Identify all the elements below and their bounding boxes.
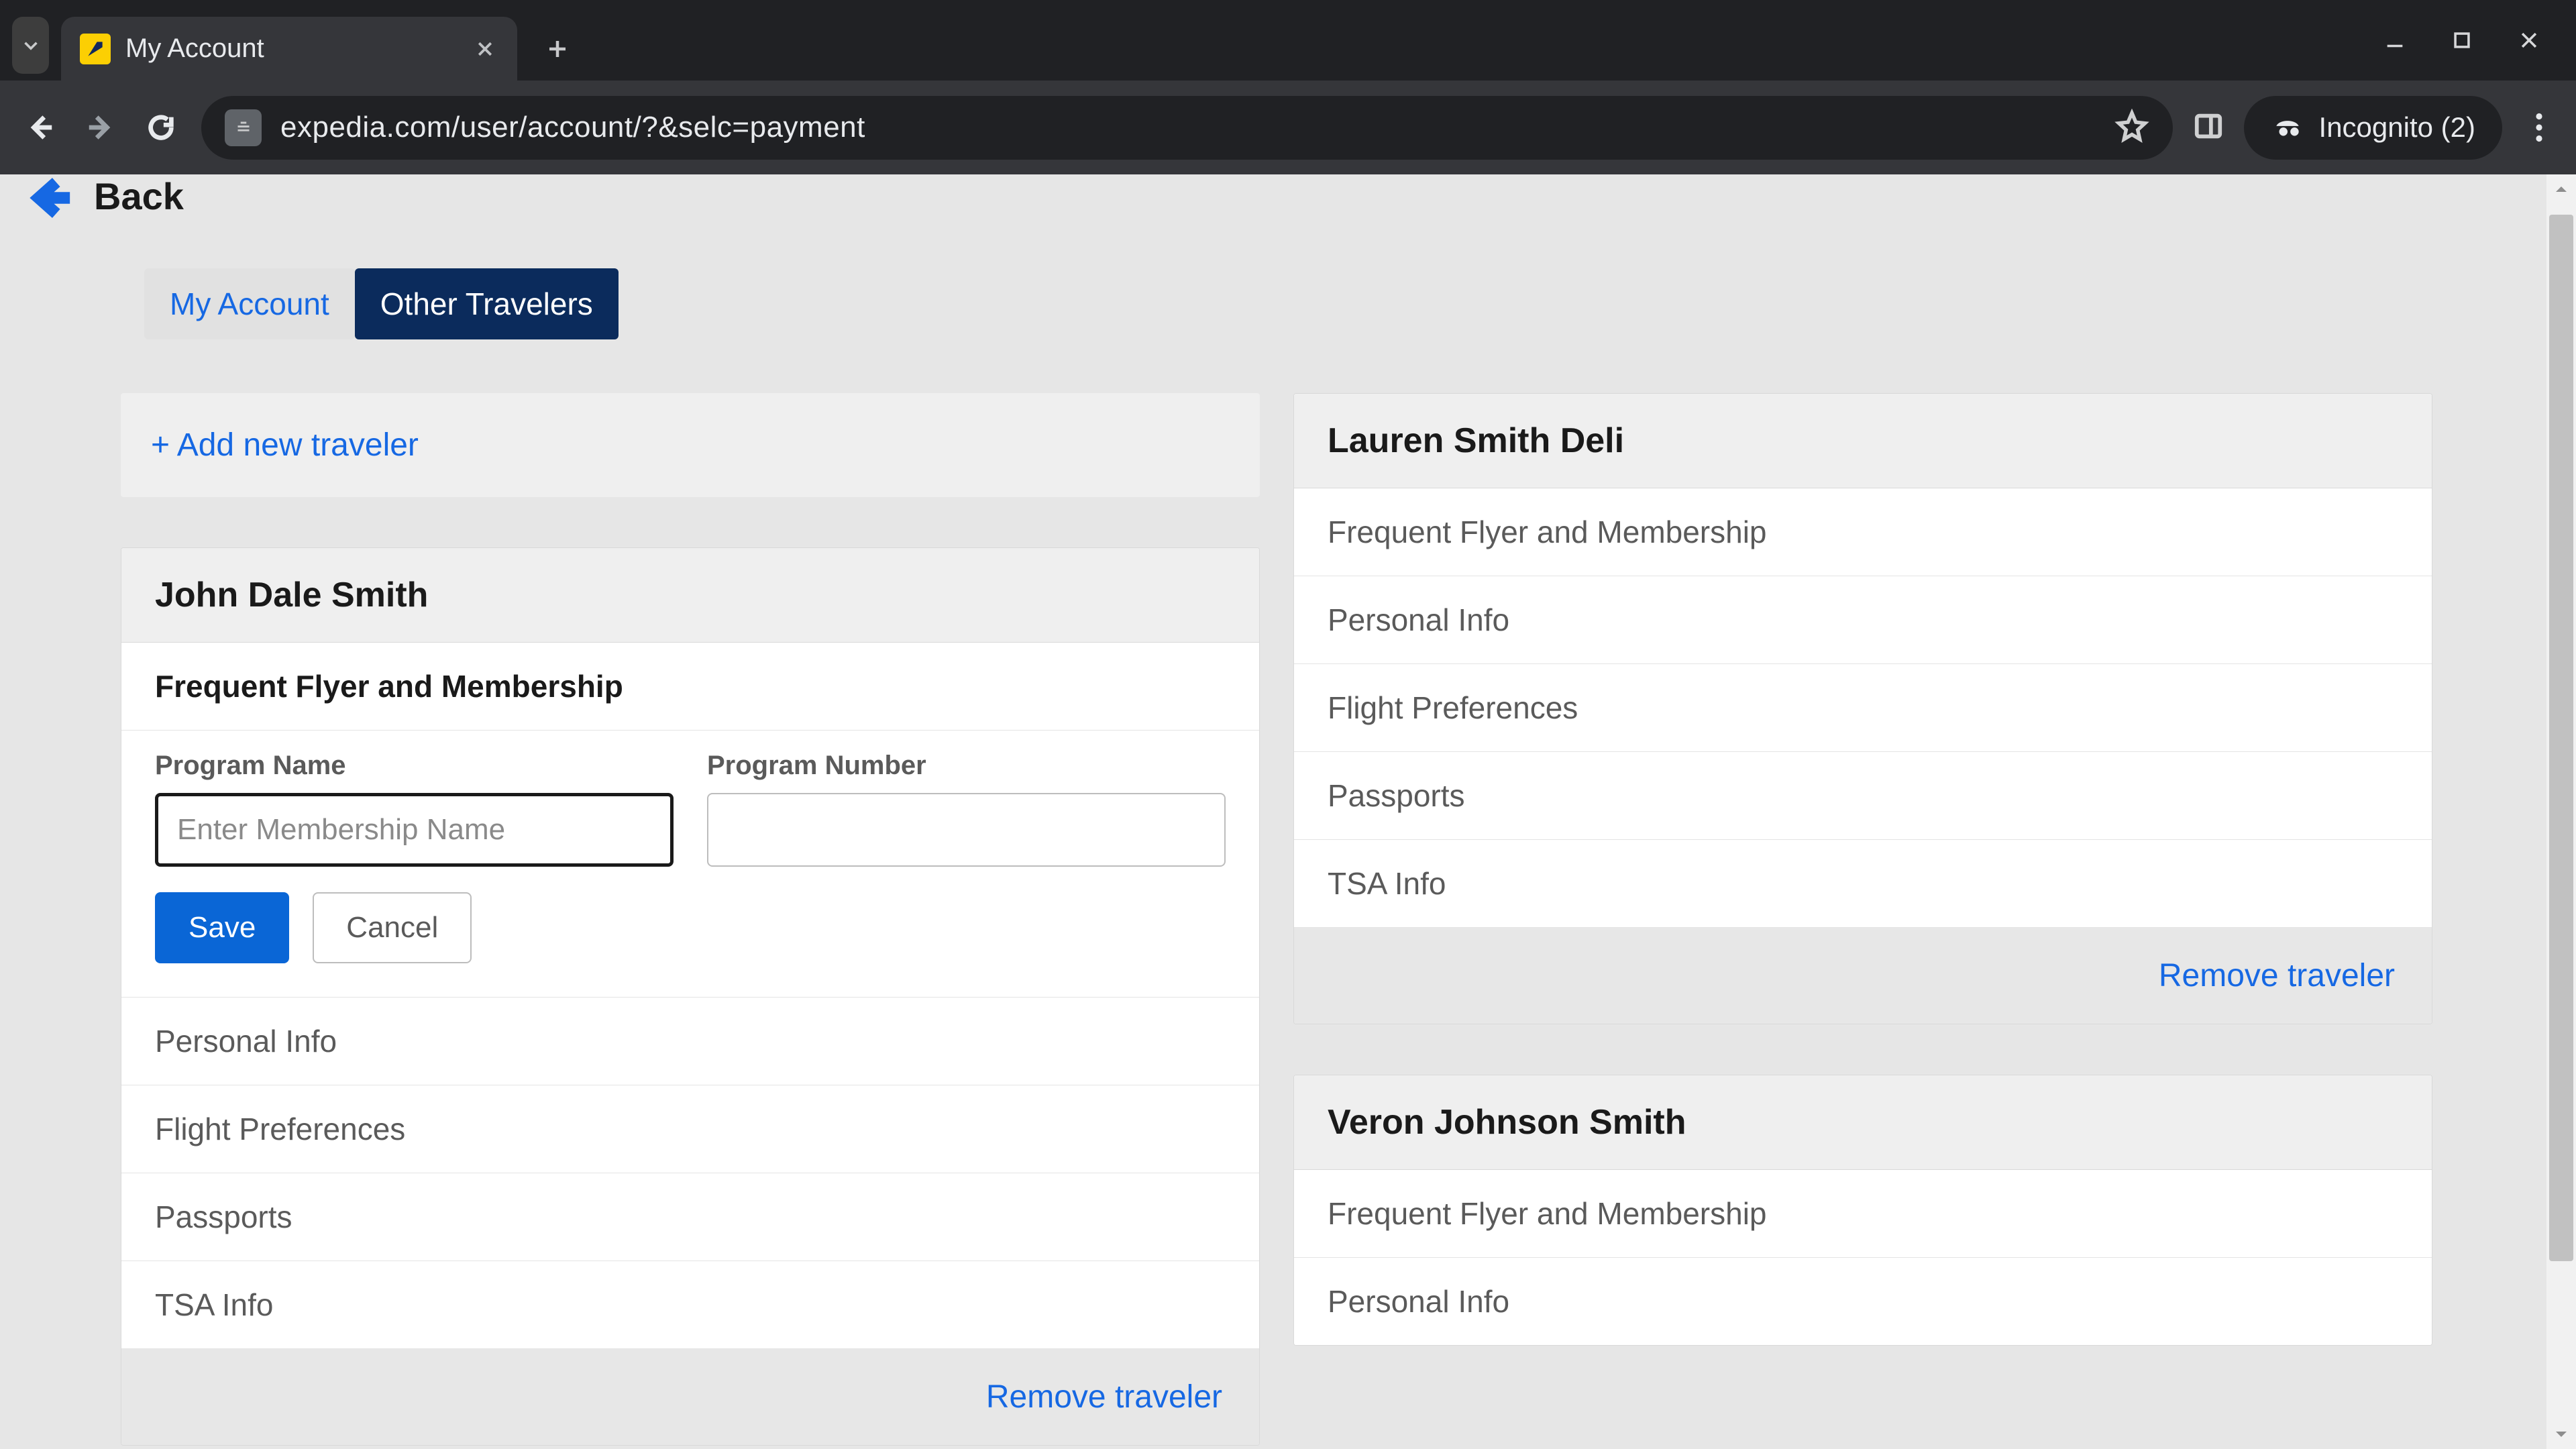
- cancel-button[interactable]: Cancel: [313, 892, 472, 963]
- section-personal[interactable]: Personal Info: [121, 998, 1259, 1085]
- section-flight-prefs[interactable]: Flight Preferences: [1294, 664, 2432, 752]
- nav-forward-button[interactable]: [80, 107, 121, 148]
- address-bar[interactable]: expedia.com/user/account/?&selc=payment: [201, 96, 2173, 160]
- right-column: Lauren Smith Deli Frequent Flyer and Mem…: [1293, 393, 2432, 1446]
- program-number-input[interactable]: [707, 793, 1226, 867]
- back-row: Back: [0, 174, 2546, 241]
- window-maximize-button[interactable]: [2449, 27, 2475, 54]
- ffm-form: Program Name Program Number Save: [121, 731, 1259, 998]
- save-button[interactable]: Save: [155, 892, 289, 963]
- traveler-name: Lauren Smith Deli: [1328, 421, 2398, 461]
- add-traveler-card: + Add new traveler: [121, 393, 1260, 497]
- tab-close-button[interactable]: [472, 36, 498, 62]
- section-tsa[interactable]: TSA Info: [1294, 840, 2432, 928]
- window-minimize-button[interactable]: [2381, 27, 2408, 54]
- back-arrow-icon[interactable]: [27, 174, 74, 225]
- browser-menu-button[interactable]: [2522, 111, 2556, 144]
- add-traveler-link[interactable]: + Add new traveler: [151, 427, 419, 463]
- traveler-name: John Dale Smith: [155, 575, 1226, 615]
- browser-tab-active[interactable]: My Account: [61, 17, 517, 80]
- section-personal[interactable]: Personal Info: [1294, 576, 2432, 664]
- program-number-label: Program Number: [707, 751, 1226, 781]
- scroll-thumb[interactable]: [2549, 215, 2573, 1261]
- section-personal[interactable]: Personal Info: [1294, 1258, 2432, 1345]
- remove-traveler-link[interactable]: Remove traveler: [2159, 958, 2395, 994]
- section-ffm[interactable]: Frequent Flyer and Membership: [1294, 488, 2432, 576]
- new-tab-button[interactable]: [534, 25, 581, 72]
- section-ffm-expanded[interactable]: Frequent Flyer and Membership: [121, 643, 1259, 731]
- section-passports[interactable]: Passports: [121, 1173, 1259, 1261]
- incognito-indicator[interactable]: Incognito (2): [2244, 96, 2502, 160]
- tab-search-button[interactable]: [12, 17, 49, 74]
- bookmark-star-icon[interactable]: [2114, 109, 2149, 147]
- nav-back-button[interactable]: [20, 107, 60, 148]
- page-viewport: Back My Account Other Travelers + Add ne…: [0, 174, 2576, 1449]
- traveler-card-veron: Veron Johnson Smith Frequent Flyer and M…: [1293, 1075, 2432, 1346]
- incognito-label: Incognito (2): [2319, 111, 2475, 144]
- favicon-expedia-icon: [80, 34, 111, 64]
- section-tsa[interactable]: TSA Info: [121, 1261, 1259, 1349]
- nav-reload-button[interactable]: [141, 107, 181, 148]
- scroll-up-button[interactable]: [2546, 174, 2576, 204]
- section-flight-prefs[interactable]: Flight Preferences: [121, 1085, 1259, 1173]
- traveler-card-footer: Remove traveler: [121, 1349, 1259, 1445]
- tab-other-travelers[interactable]: Other Travelers: [355, 268, 619, 339]
- back-label: Back: [94, 174, 184, 218]
- traveler-card-header: Veron Johnson Smith: [1294, 1075, 2432, 1170]
- browser-toolbar: expedia.com/user/account/?&selc=payment …: [0, 80, 2576, 174]
- tab-my-account[interactable]: My Account: [144, 268, 355, 339]
- window-controls: [2381, 27, 2576, 80]
- page-tabs: My Account Other Travelers: [0, 241, 2546, 339]
- remove-traveler-link[interactable]: Remove traveler: [986, 1379, 1222, 1415]
- program-name-label: Program Name: [155, 751, 674, 781]
- program-name-input[interactable]: [155, 793, 674, 867]
- vertical-scrollbar[interactable]: [2546, 174, 2576, 1449]
- left-column: + Add new traveler John Dale Smith Frequ…: [121, 393, 1260, 1446]
- window-close-button[interactable]: [2516, 27, 2542, 54]
- site-info-icon[interactable]: [225, 109, 262, 146]
- traveler-card-header: Lauren Smith Deli: [1294, 394, 2432, 488]
- traveler-card-john: John Dale Smith Frequent Flyer and Membe…: [121, 547, 1260, 1446]
- url-text: expedia.com/user/account/?&selc=payment: [280, 111, 865, 144]
- section-passports[interactable]: Passports: [1294, 752, 2432, 840]
- traveler-card-lauren: Lauren Smith Deli Frequent Flyer and Mem…: [1293, 393, 2432, 1024]
- scroll-down-button[interactable]: [2546, 1419, 2576, 1449]
- traveler-name: Veron Johnson Smith: [1328, 1102, 2398, 1142]
- tab-title: My Account: [125, 34, 457, 64]
- traveler-card-footer: Remove traveler: [1294, 928, 2432, 1024]
- side-panel-icon[interactable]: [2193, 111, 2224, 145]
- section-ffm[interactable]: Frequent Flyer and Membership: [1294, 1170, 2432, 1258]
- traveler-card-header: John Dale Smith: [121, 548, 1259, 643]
- browser-tabstrip: My Account: [0, 0, 2576, 80]
